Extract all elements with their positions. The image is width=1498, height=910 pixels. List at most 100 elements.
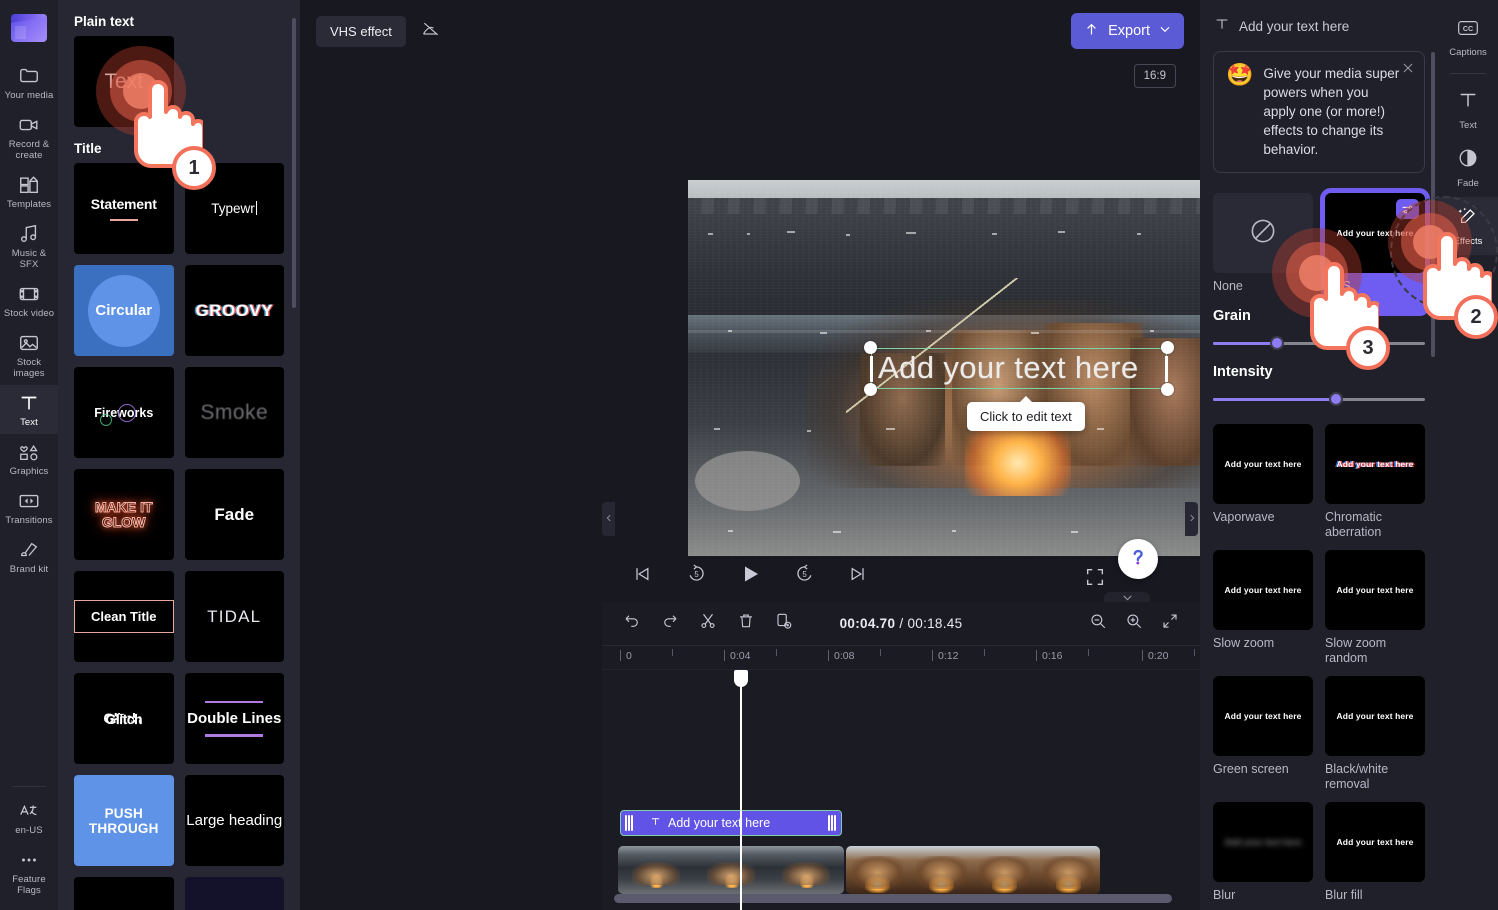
sidebar-item-language[interactable]: en-US: [0, 793, 58, 842]
help-button[interactable]: [1118, 539, 1158, 579]
text-template-groovy[interactable]: GROOVY: [184, 265, 284, 356]
collapse-left-panel-button[interactable]: [602, 502, 615, 536]
sidebar-item-feature-flags[interactable]: Feature Flags: [0, 842, 58, 902]
sidebar-item-brand-kit[interactable]: Brand kit: [0, 532, 58, 581]
text-template-plain-text[interactable]: Text: [74, 36, 174, 127]
undo-button[interactable]: [618, 610, 646, 638]
play-button[interactable]: [736, 562, 764, 590]
timeline-playhead[interactable]: [734, 670, 748, 910]
text-overlay-selection[interactable]: Add your text here: [864, 341, 1174, 396]
split-button[interactable]: [694, 610, 722, 638]
text-template-smoke[interactable]: Smoke: [184, 367, 284, 458]
sidebar-item-text[interactable]: Text: [0, 385, 58, 434]
clip-trim-handle-right[interactable]: [828, 815, 836, 831]
forward-5-button[interactable]: 5: [790, 562, 818, 590]
slider-knob[interactable]: [1328, 392, 1343, 406]
text-template-fade[interactable]: Fade: [184, 469, 284, 560]
effects-properties-panel: Add your text here 🤩 Give your media sup…: [1200, 0, 1438, 910]
slider-knob[interactable]: [1269, 336, 1284, 350]
resize-bar-left[interactable]: [870, 356, 873, 382]
clip-trim-handle-left[interactable]: [625, 815, 633, 831]
effect-card-green-screen[interactable]: Add your text here Green screen: [1213, 676, 1313, 792]
effect-name-chip[interactable]: VHS effect: [316, 15, 406, 47]
collapse-right-panel-button[interactable]: [1185, 502, 1198, 536]
text-templates-scroll[interactable]: Plain text Text Title Statement Typewr C…: [58, 0, 300, 910]
text-template-circular[interactable]: Circular: [74, 265, 174, 356]
duplicate-button[interactable]: [770, 610, 798, 638]
text-template-clean-title[interactable]: Clean Title: [74, 571, 174, 662]
aspect-ratio-badge[interactable]: 16:9: [1133, 64, 1176, 88]
sidebar-item-graphics[interactable]: Graphics: [0, 434, 58, 483]
hide-layer-button[interactable]: [414, 14, 448, 48]
playhead-knob[interactable]: [734, 670, 748, 687]
sidebar-item-your-media[interactable]: Your media: [0, 58, 58, 107]
skip-to-start-button[interactable]: [628, 562, 656, 590]
effect-card-blur[interactable]: Add your text here Blur: [1213, 802, 1313, 903]
resize-handle-bottom-right[interactable]: [1161, 383, 1174, 396]
effect-settings-button[interactable]: [1396, 199, 1419, 219]
templates-scrollbar[interactable]: [292, 18, 296, 308]
right-rail-text[interactable]: Text: [1438, 81, 1498, 139]
skip-to-end-button[interactable]: [844, 562, 872, 590]
text-template-typewriter[interactable]: Typewr: [184, 163, 284, 254]
text-template-large-heading[interactable]: Large heading: [184, 775, 284, 866]
rewind-5-button[interactable]: 5: [682, 562, 710, 590]
effect-label: Black/white removal: [1325, 762, 1389, 791]
text-template-glitch[interactable]: Glitch: [74, 673, 174, 764]
template-label: Fireworks: [94, 403, 154, 426]
text-template-tidal[interactable]: TIDAL: [184, 571, 284, 662]
effect-card-none[interactable]: None: [1213, 193, 1313, 294]
text-template-push-through[interactable]: PUSH THROUGH: [74, 775, 174, 866]
timeline-text-clip[interactable]: Add your text here: [620, 810, 842, 836]
resize-handle-bottom-left[interactable]: [864, 383, 877, 396]
template-label: Double Lines: [187, 710, 282, 727]
redo-button[interactable]: [656, 610, 684, 638]
clipchamp-logo[interactable]: [11, 14, 47, 42]
timeline-video-clip-1[interactable]: [618, 846, 844, 894]
fit-timeline-button[interactable]: [1156, 610, 1184, 638]
text-t-icon: [1214, 16, 1230, 37]
timeline-horizontal-scrollbar[interactable]: [614, 894, 1172, 903]
zoom-in-button[interactable]: [1120, 610, 1148, 638]
sidebar-item-stock-video[interactable]: Stock video: [0, 276, 58, 325]
properties-scrollbar[interactable]: [1431, 52, 1435, 357]
effect-card-slow-zoom-random[interactable]: Add your text here Slow zoom random: [1325, 550, 1425, 666]
right-rail-fade[interactable]: Fade: [1438, 139, 1498, 197]
intensity-slider[interactable]: [1213, 392, 1425, 406]
sidebar-item-stock-images[interactable]: Stock images: [0, 325, 58, 385]
timeline-ruler[interactable]: 0 0:04 0:08 0:12 0:16 0:20 0:24 0:28: [602, 646, 1405, 670]
sidebar-item-record-create[interactable]: Record & create: [0, 107, 58, 167]
text-template-double-lines[interactable]: Double Lines: [184, 673, 284, 764]
export-button[interactable]: Export: [1071, 13, 1184, 49]
effect-card-vhs[interactable]: Add your text here VHS: [1320, 188, 1430, 316]
text-template-partial-2[interactable]: [184, 877, 284, 910]
text-template-partial-1[interactable]: [74, 877, 174, 910]
effects-grid-more: Add your text here Vaporwave Add your te…: [1200, 406, 1438, 903]
sidebar-item-music-sfx[interactable]: Music & SFX: [0, 216, 58, 276]
text-template-fireworks[interactable]: Fireworks: [74, 367, 174, 458]
close-icon[interactable]: [1401, 61, 1415, 80]
delete-button[interactable]: [732, 610, 760, 638]
text-template-statement[interactable]: Statement: [74, 163, 174, 254]
right-rail-label: Fade: [1457, 178, 1479, 189]
timeline-video-clip-2[interactable]: [846, 846, 1100, 894]
right-rail-captions[interactable]: CC Captions: [1438, 10, 1498, 66]
right-rail-effects[interactable]: Effects: [1438, 197, 1498, 255]
effect-card-black-white-removal[interactable]: Add your text here Black/white removal: [1325, 676, 1425, 792]
resize-handle-top-right[interactable]: [1161, 341, 1174, 354]
effect-card-blur-fill[interactable]: Add your text here Blur fill: [1325, 802, 1425, 903]
effect-card-vaporwave[interactable]: Add your text here Vaporwave: [1213, 424, 1313, 540]
effect-card-chromatic-aberration[interactable]: Add your text here Chromatic aberration: [1325, 424, 1425, 540]
fullscreen-button[interactable]: [1084, 566, 1108, 590]
sidebar-item-transitions[interactable]: Transitions: [0, 483, 58, 532]
resize-handle-top-left[interactable]: [864, 341, 877, 354]
duplicate-icon: [775, 612, 793, 635]
sidebar-item-templates[interactable]: Templates: [0, 167, 58, 216]
resize-bar-right[interactable]: [1165, 356, 1168, 382]
grain-slider[interactable]: [1213, 336, 1425, 350]
template-label: Smoke: [200, 400, 269, 424]
edit-text-tooltip: Click to edit text: [967, 396, 1085, 431]
text-template-make-it-glow[interactable]: MAKE IT GLOW: [74, 469, 174, 560]
zoom-out-button[interactable]: [1084, 610, 1112, 638]
effect-card-slow-zoom[interactable]: Add your text here Slow zoom: [1213, 550, 1313, 666]
